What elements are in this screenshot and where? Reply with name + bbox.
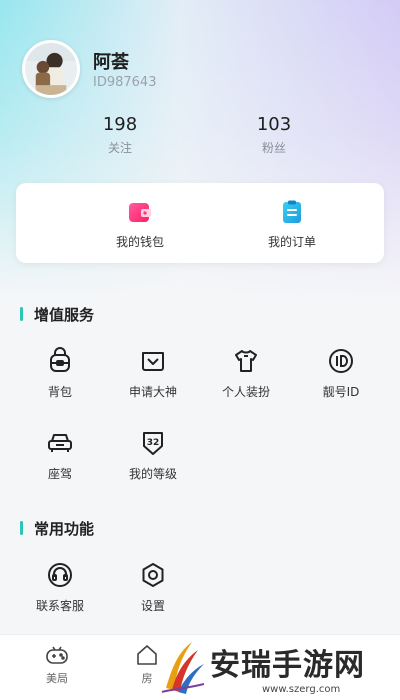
- car-icon: [48, 434, 72, 452]
- settings-label: 设置: [140, 599, 165, 613]
- watermark-url: www.szerg.com: [262, 684, 341, 695]
- vehicle-label: 座驾: [47, 467, 72, 481]
- orders-label: 我的订单: [267, 235, 316, 249]
- level-shield-icon: 32: [143, 432, 163, 455]
- my-level-label: 我的等级: [128, 467, 177, 481]
- customer-service-item[interactable]: 联系客服: [15, 561, 105, 614]
- badge-box-icon: [142, 352, 164, 371]
- wallet-label: 我的钱包: [115, 235, 164, 249]
- tab-meiju-label: 美局: [46, 672, 68, 685]
- headset-icon: [48, 563, 72, 587]
- level-number: 32: [147, 438, 160, 448]
- wallet-icon: [129, 203, 151, 222]
- dress-up-label: 个人装扮: [221, 385, 270, 399]
- dress-up-item[interactable]: 个人装扮: [201, 347, 291, 400]
- my-wallet-button[interactable]: 我的钱包: [80, 199, 200, 250]
- apply-master-item[interactable]: 申请大神: [108, 347, 198, 400]
- customer-service-label: 联系客服: [35, 599, 84, 613]
- backpack-icon: [50, 347, 70, 372]
- watermark-title: 安瑞手游网: [210, 648, 365, 683]
- quick-actions-card: 我的钱包 我的订单: [16, 183, 384, 263]
- settings-item[interactable]: 设置: [108, 561, 198, 614]
- backpack-item[interactable]: 背包: [15, 347, 105, 400]
- username: 阿荟: [93, 52, 129, 73]
- following-count: 198: [102, 114, 138, 135]
- tab-meiju[interactable]: 美局: [17, 643, 97, 686]
- my-level-item[interactable]: 32 我的等级: [108, 429, 198, 482]
- backpack-label: 背包: [47, 385, 72, 399]
- avatar[interactable]: [22, 40, 80, 98]
- watermark-logo: 安瑞手游网 www.szerg.com: [152, 632, 400, 700]
- orders-icon: [283, 200, 301, 223]
- user-id: ID987643: [93, 75, 157, 90]
- vanity-id-item[interactable]: 靓号ID: [296, 347, 386, 400]
- my-orders-button[interactable]: 我的订单: [232, 199, 352, 250]
- apply-master-label: 申请大神: [128, 385, 177, 399]
- gamepad-icon: [46, 646, 68, 664]
- vehicle-item[interactable]: 座驾: [15, 429, 105, 482]
- fans-label: 粉丝: [261, 141, 286, 155]
- value-services-title: 增值服务: [20, 304, 94, 325]
- fans-count: 103: [256, 114, 292, 135]
- vanity-id-label: 靓号ID: [322, 385, 360, 399]
- following-label: 关注: [107, 141, 132, 155]
- id-icon: [329, 349, 353, 373]
- tshirt-icon: [235, 350, 257, 372]
- fans-stat[interactable]: 103 粉丝: [214, 114, 334, 156]
- following-stat[interactable]: 198 关注: [60, 114, 180, 156]
- gear-icon: [142, 563, 164, 587]
- common-functions-title: 常用功能: [20, 518, 94, 539]
- watermark-swoosh-icon: [161, 642, 205, 694]
